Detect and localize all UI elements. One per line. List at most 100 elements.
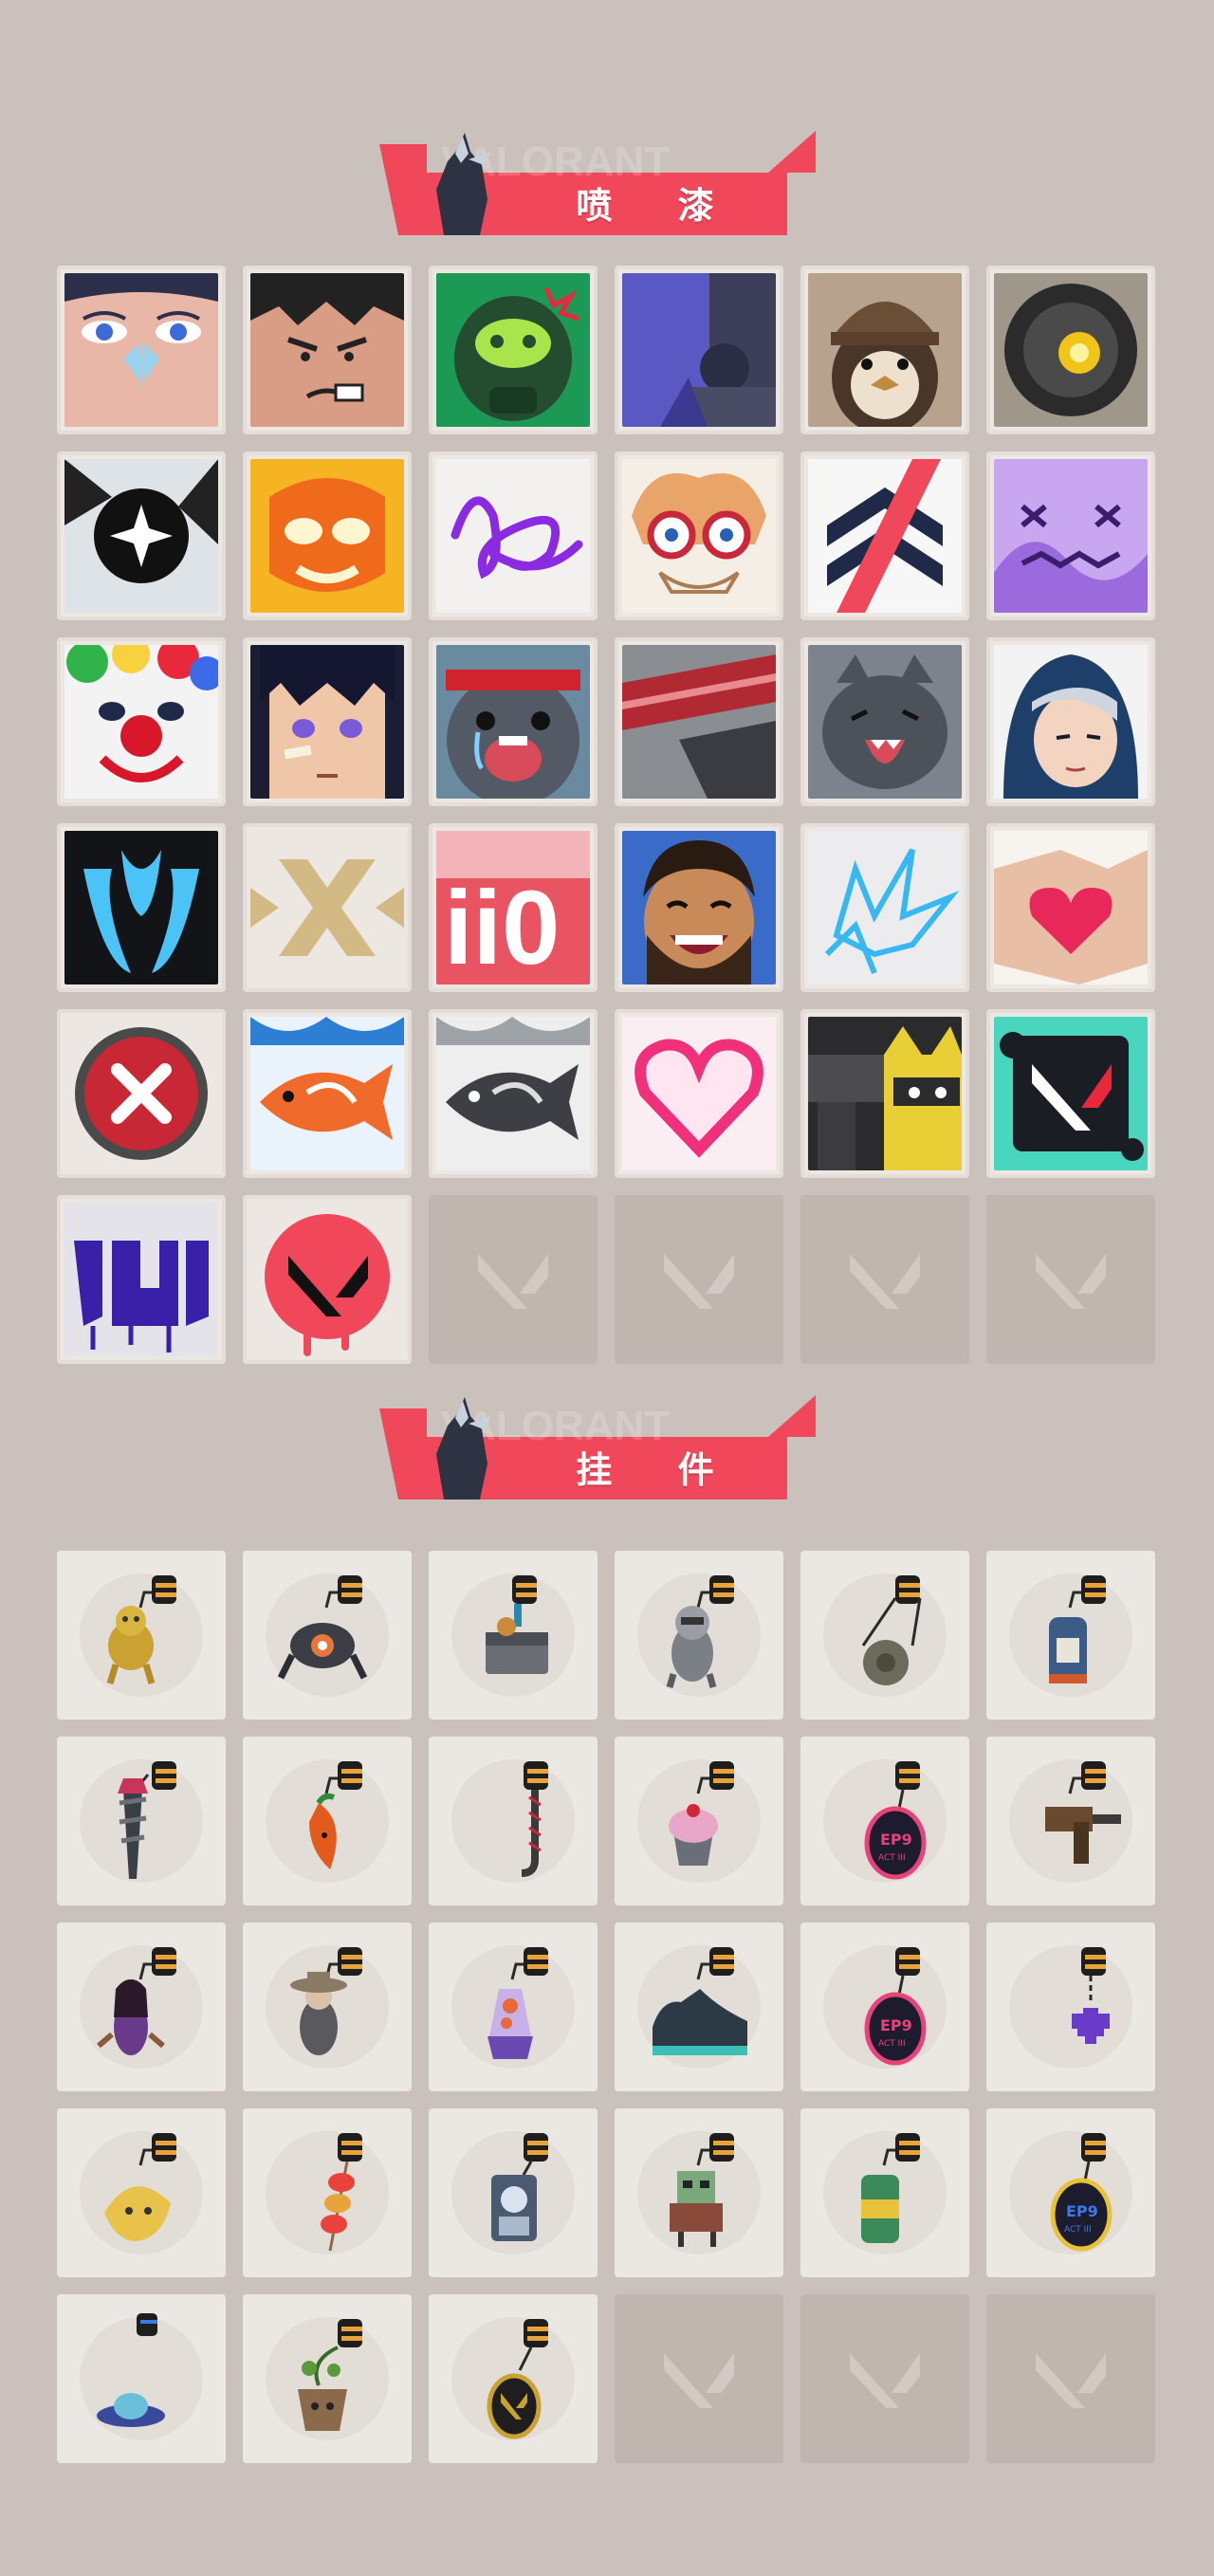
spray-slot-empty[interactable] xyxy=(615,1195,783,1364)
fruit-skewer-buddy-icon xyxy=(321,2133,362,2252)
buddy-tile-round-bag[interactable] xyxy=(800,1551,969,1720)
svg-text:EP9: EP9 xyxy=(880,1831,912,1849)
spray-tile-hooded-agent[interactable] xyxy=(986,637,1155,806)
neon-pink-heart-spray-icon xyxy=(622,1017,776,1170)
red-cross-button-spray-icon xyxy=(64,1017,218,1170)
spray-tile-green-mask-angry[interactable] xyxy=(429,266,598,434)
spray-tile-red-logo-drip[interactable] xyxy=(243,1195,412,1364)
spray-tile-black-star-circle[interactable] xyxy=(57,451,226,620)
svg-text:ii0: ii0 xyxy=(444,870,560,984)
spray-tile-purple-robot[interactable] xyxy=(615,266,783,434)
spray-tile-orange-koi[interactable] xyxy=(243,1009,412,1178)
empty-slot-logo-icon xyxy=(850,1254,920,1309)
spray-slot-empty[interactable] xyxy=(800,1195,969,1364)
spray-tile-penguin-beanie[interactable] xyxy=(800,266,969,434)
spray-tile-teal-splash-logo[interactable] xyxy=(986,1009,1155,1178)
svg-text:ACT III: ACT III xyxy=(878,2039,906,2049)
spray-tile-face-closeup-butterfly[interactable] xyxy=(57,266,226,434)
cupcake-buddy-icon xyxy=(669,1761,734,1866)
spray-slot-empty[interactable] xyxy=(429,1195,598,1364)
spray-tile-clown-face[interactable] xyxy=(57,637,226,806)
grey-koi-spray-icon xyxy=(436,1017,590,1170)
buddy-tile-treasure-chest[interactable] xyxy=(429,1551,598,1720)
spray-tile-neon-pink-heart[interactable] xyxy=(615,1009,783,1178)
buddy-tile-potted-plant[interactable] xyxy=(243,2294,412,2463)
buddy-tile-gold-creature[interactable] xyxy=(57,1551,226,1720)
buddy-tile-fruit-skewer[interactable] xyxy=(243,2108,412,2277)
buddy-tile-wooden-gun[interactable] xyxy=(986,1737,1155,1905)
buddy-slot-empty[interactable] xyxy=(986,2294,1155,2463)
wooden-gun-buddy-icon xyxy=(1045,1761,1121,1864)
pixel-heart-buddy-icon xyxy=(1072,1947,1110,2044)
empty-slot-logo-icon xyxy=(664,1254,734,1309)
toolbox-robot-buddy-icon xyxy=(670,2133,734,2247)
buddy-tile-logo-coin[interactable] xyxy=(429,2294,598,2463)
grey-cat-laugh-spray-icon xyxy=(808,645,962,799)
raccoon-figure-buddy-icon xyxy=(666,1575,734,1688)
navy-chevrons-spray-icon xyxy=(808,459,962,613)
buddy-tile-female-agent[interactable] xyxy=(57,1923,226,2091)
spiked-mace-buddy-icon xyxy=(118,1761,176,1879)
buddy-tile-chili-pepper[interactable] xyxy=(243,1737,412,1905)
spray-tile-purple-signature[interactable] xyxy=(429,451,598,620)
spray-tile-crying-blob-headband[interactable] xyxy=(429,637,598,806)
empty-slot-logo-icon xyxy=(850,2353,920,2408)
spray-tile-glasses-old-man[interactable] xyxy=(615,451,783,620)
buddy-tile-canister[interactable] xyxy=(986,1551,1155,1720)
buddy-tile-robot-drone[interactable] xyxy=(243,1551,412,1720)
buddy-tile-lava-lamp[interactable] xyxy=(429,1923,598,2091)
svg-text:ACT III: ACT III xyxy=(878,1853,906,1863)
spray-tile-navy-chevrons[interactable] xyxy=(800,451,969,620)
sneaker-buddy-icon xyxy=(653,1947,747,2055)
lava-lamp-buddy-icon xyxy=(487,1947,548,2059)
buddy-tile-ep9-medal-blue[interactable]: EP9 ACT III xyxy=(986,2108,1155,2277)
buddy-tile-agent-card[interactable] xyxy=(429,2108,598,2277)
spray-tile-pistol-cat[interactable] xyxy=(800,1009,969,1178)
buddy-tile-cowboy-agent[interactable] xyxy=(243,1923,412,2091)
spray-slot-empty[interactable] xyxy=(986,1195,1155,1364)
black-star-circle-spray-icon xyxy=(64,459,218,613)
buddy-tile-pixel-heart[interactable] xyxy=(986,1923,1155,2091)
svg-text:EP9: EP9 xyxy=(880,2016,912,2034)
spray-tile-purple-dizzy-face[interactable] xyxy=(986,451,1155,620)
spray-tile-angry-boy[interactable] xyxy=(243,266,412,434)
gold-cross-logo-spray-icon xyxy=(250,831,404,984)
spray-tile-bacon-strip[interactable] xyxy=(615,637,783,806)
buddy-slot-empty[interactable] xyxy=(800,2294,969,2463)
buddy-tile-spiked-mace[interactable] xyxy=(57,1737,226,1905)
spray-tile-sentinel-camera[interactable] xyxy=(986,266,1155,434)
spray-tile-orange-lion-mask[interactable] xyxy=(243,451,412,620)
buddy-slot-empty[interactable] xyxy=(615,2294,783,2463)
canister-buddy-icon xyxy=(1049,1575,1106,1684)
potted-plant-buddy-icon xyxy=(298,2319,362,2431)
buddy-tile-ep9-medal-pink[interactable]: EP9 ACT III xyxy=(800,1737,969,1905)
spray-tile-purple-graffiti[interactable] xyxy=(57,1195,226,1364)
neon-blue-stars-spray-icon xyxy=(808,831,962,984)
empty-slot-logo-icon xyxy=(478,1254,548,1309)
spray-tile-grey-koi[interactable] xyxy=(429,1009,598,1178)
spray-tile-grey-cat-laugh[interactable] xyxy=(800,637,969,806)
buddy-tile-ufo[interactable] xyxy=(57,2294,226,2463)
spray-tile-number-two-zero[interactable]: ii0 xyxy=(429,823,598,992)
buddy-tile-soda-can[interactable] xyxy=(800,2108,969,2277)
buddy-tile-raccoon-figure[interactable] xyxy=(615,1551,783,1720)
spray-tile-hands-heart[interactable] xyxy=(986,823,1155,992)
chili-pepper-buddy-icon xyxy=(309,1761,362,1869)
spray-tile-bearded-laugh[interactable] xyxy=(615,823,783,992)
number-two-zero-spray-icon: ii0 xyxy=(436,831,590,984)
buddy-tile-ep9-medal-pink[interactable]: EP9 ACT III xyxy=(800,1923,969,2091)
buddy-tile-banana-peel[interactable] xyxy=(57,2108,226,2277)
bearded-laugh-spray-icon xyxy=(622,831,776,984)
buddy-tile-sneaker[interactable] xyxy=(615,1923,783,2091)
buddy-tile-braided-rope[interactable] xyxy=(429,1737,598,1905)
spray-tile-anime-boy-bandage[interactable] xyxy=(243,637,412,806)
spray-tile-gold-cross-logo[interactable] xyxy=(243,823,412,992)
spray-tile-neon-blue-stars[interactable] xyxy=(800,823,969,992)
red-logo-drip-spray-icon xyxy=(250,1203,404,1356)
buddy-tile-cupcake[interactable] xyxy=(615,1737,783,1905)
section-title-sprays: 喷 漆 xyxy=(576,184,741,227)
ep9-medal-pink-buddy-icon: EP9 ACT III xyxy=(864,1947,927,2066)
spray-tile-red-cross-button[interactable] xyxy=(57,1009,226,1178)
buddy-tile-toolbox-robot[interactable] xyxy=(615,2108,783,2277)
spray-tile-blue-flame-mask[interactable] xyxy=(57,823,226,992)
